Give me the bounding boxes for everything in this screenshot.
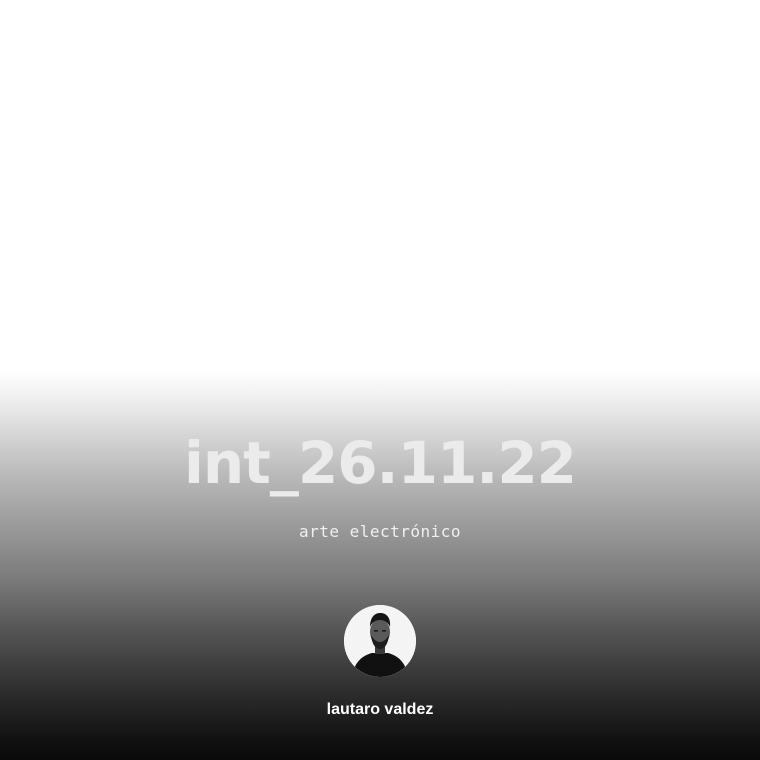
cover-page: int_26.11.22 arte electrónico lautaro va…: [0, 0, 760, 760]
page-title: int_26.11.22: [183, 429, 577, 497]
person-portrait-icon: [344, 605, 416, 677]
avatar: [344, 605, 416, 677]
page-subtitle: arte electrónico: [298, 522, 462, 541]
author-name: lautaro valdez: [326, 701, 434, 718]
